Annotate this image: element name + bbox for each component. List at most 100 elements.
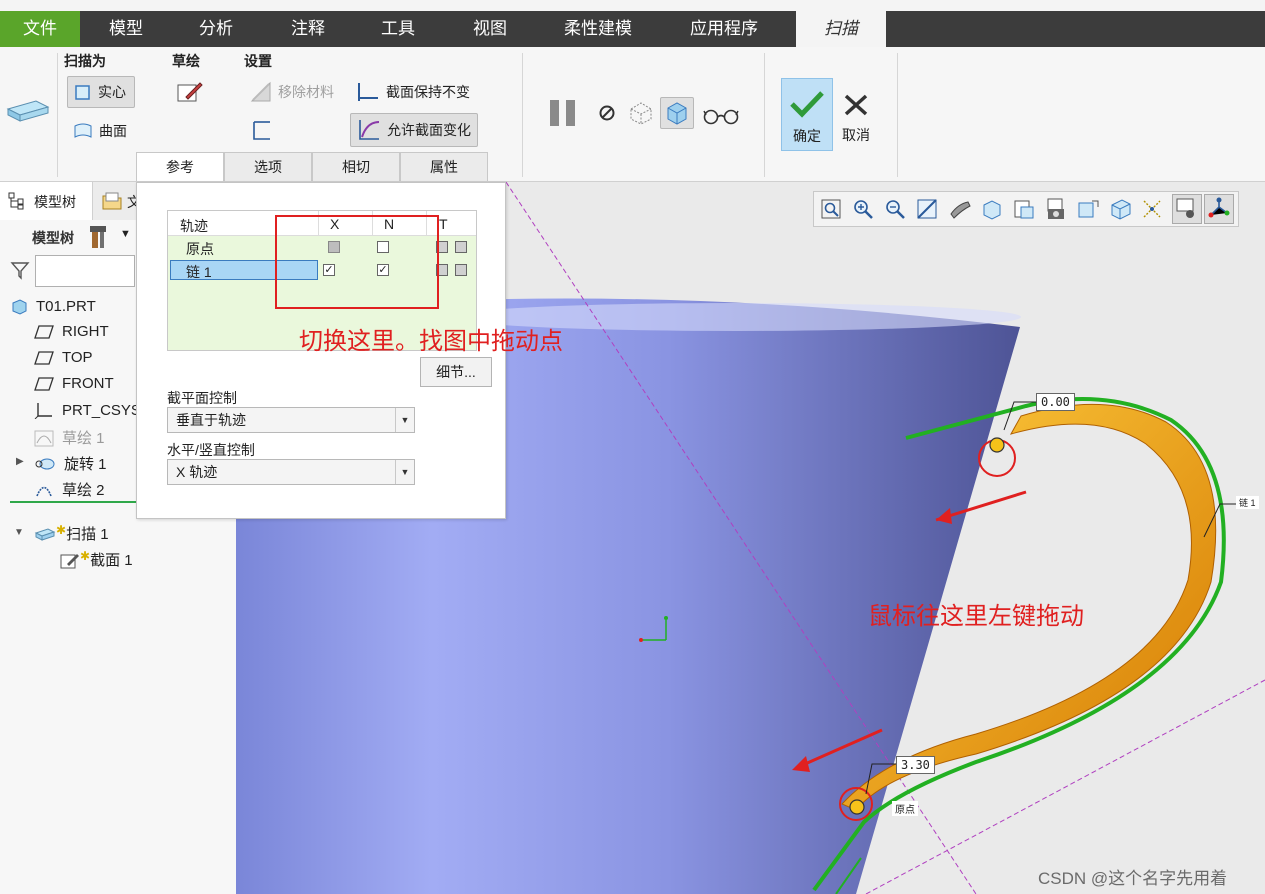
xn-columns-highlight (275, 215, 439, 309)
section-plane-select[interactable]: 垂直于轨迹 ▼ (167, 407, 415, 433)
spin-center-icon[interactable] (1076, 197, 1100, 221)
menu-tab-apps[interactable]: 应用程序 (676, 11, 772, 47)
filter-icon[interactable] (10, 260, 30, 280)
folder-icon (102, 192, 122, 210)
tree-item-part[interactable]: T01.PRT (10, 297, 96, 315)
menu-tab-analysis[interactable]: 分析 (176, 11, 256, 47)
dimension-bottom[interactable]: 3.30 (896, 756, 935, 774)
model-tree-label: 模型树 (32, 230, 74, 246)
tree-item-section1[interactable]: ✱ 截面 1 (60, 549, 133, 570)
repaint-icon[interactable] (916, 198, 938, 220)
refit-icon[interactable] (820, 198, 842, 220)
cancel-button[interactable]: 取消 (834, 78, 878, 149)
datum-display-icon[interactable] (1140, 197, 1164, 221)
section-plane-value: 垂直于轨迹 (176, 412, 246, 428)
glasses-icon[interactable] (702, 105, 740, 125)
tree-item-revolve1[interactable]: 旋转 1 (34, 453, 107, 474)
expand-arrow-icon[interactable]: ▶ (16, 456, 24, 467)
wireframe-preview-icon[interactable] (627, 99, 655, 125)
model-display-icon[interactable] (1108, 197, 1132, 221)
sweep-icon (34, 527, 56, 541)
tab-properties[interactable]: 属性 (400, 152, 488, 181)
cancel-label: 取消 (842, 127, 870, 143)
remove-material-icon (250, 81, 271, 102)
confirm-button[interactable]: 确定 (781, 78, 833, 151)
tree-item-sketch2[interactable]: 草绘 2 (34, 479, 105, 500)
plane-icon (34, 350, 54, 365)
hv-control-select[interactable]: X 轨迹 ▼ (167, 459, 415, 485)
stop-icon[interactable] (597, 103, 617, 123)
menu-tab-tools[interactable]: 工具 (358, 11, 438, 47)
tab-tangency[interactable]: 相切 (312, 152, 400, 181)
solid-icon (75, 85, 90, 100)
display-style-icon[interactable] (948, 198, 972, 220)
menu-tab-sweep[interactable]: 扫描 (796, 11, 886, 47)
bracket-icon[interactable] (250, 119, 274, 143)
tree-item-front[interactable]: FRONT (34, 375, 114, 392)
tree-item-label: 扫描 1 (66, 526, 109, 543)
tree-item-label: FRONT (62, 375, 114, 392)
tab-folder-browser[interactable]: 文 (93, 182, 141, 220)
zoom-in-icon[interactable] (852, 198, 874, 220)
sketch-icon (34, 430, 54, 446)
model-tree-tab-label: 模型树 (34, 194, 76, 210)
pause-icon[interactable] (548, 99, 578, 127)
tree-search-input[interactable] (35, 255, 135, 287)
origin-handle-point[interactable] (849, 799, 865, 815)
spin-center-toggle[interactable] (1204, 194, 1234, 224)
chain-t2-checkbox[interactable] (455, 264, 467, 276)
menu-tab-view[interactable]: 视图 (450, 11, 530, 47)
hv-control-label: 水平/竖直控制 (167, 442, 255, 458)
sketch-icon (36, 486, 52, 496)
chevron-down-icon: ▼ (395, 408, 414, 432)
checkmark-icon (790, 91, 824, 118)
dimension-top[interactable]: 0.00 (1036, 393, 1075, 411)
tree-item-sketch1[interactable]: 草绘 1 (34, 427, 105, 448)
view-toolbar (813, 191, 1239, 227)
surface-label: 曲面 (99, 123, 127, 139)
plane-icon (34, 324, 54, 339)
solid-button[interactable]: 实心 (67, 76, 135, 108)
view-manager-icon[interactable] (1012, 197, 1036, 221)
menu-file[interactable]: 文件 (0, 11, 80, 47)
annotation-display-icon (1176, 198, 1194, 218)
tree-item-top[interactable]: TOP (34, 349, 93, 366)
tree-item-right[interactable]: RIGHT (34, 323, 109, 340)
variable-section-button[interactable]: 允许截面变化 (350, 113, 478, 147)
preview-toggle-button[interactable] (660, 97, 694, 129)
sketch-pencil-icon[interactable] (176, 79, 204, 105)
origin-t2-checkbox[interactable] (455, 241, 467, 253)
details-button[interactable]: 细节... (420, 357, 492, 387)
menu-tab-model[interactable]: 模型 (86, 11, 166, 47)
ribbon-separator (522, 53, 523, 177)
ribbon-separator (897, 53, 898, 177)
tree-item-label: RIGHT (62, 323, 109, 340)
perspective-icon[interactable] (1044, 197, 1068, 221)
remove-material-button[interactable]: 移除材料 (250, 80, 334, 104)
tree-item-csys[interactable]: PRT_CSYS_ (34, 401, 149, 419)
tree-item-sweep1[interactable]: ✱ 扫描 1 (34, 523, 109, 544)
plane-icon (34, 376, 54, 391)
chevron-down-icon[interactable]: ▼ (120, 228, 131, 240)
menu-bar: 文件 模型 分析 注释 工具 视图 柔性建模 应用程序 扫描 (0, 11, 1265, 47)
chevron-down-icon: ▼ (395, 460, 414, 484)
saved-orientations-icon[interactable] (980, 197, 1004, 221)
tab-options[interactable]: 选项 (224, 152, 312, 181)
tab-model-tree[interactable]: 模型树 (0, 182, 93, 220)
surface-button[interactable]: 曲面 (73, 119, 127, 143)
section-plane-label: 截平面控制 (167, 390, 237, 406)
collapse-arrow-icon[interactable]: ▼ (14, 527, 24, 538)
part-icon (12, 299, 27, 315)
annotation-display-button[interactable] (1172, 194, 1202, 224)
ribbon-separator (764, 53, 765, 177)
tab-references[interactable]: 参考 (136, 152, 224, 181)
tools-icon[interactable] (88, 224, 112, 250)
menu-tab-flexible[interactable]: 柔性建模 (550, 11, 646, 47)
row-name: 原点 (186, 241, 214, 257)
zoom-out-icon[interactable] (884, 198, 906, 220)
watermark: CSDN @这个名字先用着 (1038, 869, 1228, 888)
menu-tab-annotate[interactable]: 注释 (268, 11, 348, 47)
solid-label: 实心 (98, 84, 126, 100)
constant-section-button[interactable]: 截面保持不变 (356, 80, 470, 104)
drag-handle-point[interactable] (989, 437, 1005, 453)
